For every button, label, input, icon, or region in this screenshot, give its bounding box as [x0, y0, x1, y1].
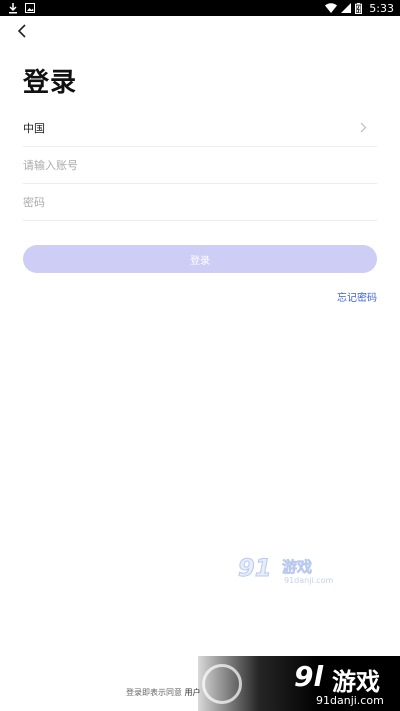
status-bar: 5:33 — [0, 0, 400, 16]
watermark-circle-icon — [202, 664, 242, 704]
chevron-right-icon — [360, 122, 367, 133]
watermark-banner-bottom: 9l 游戏 91danji.com — [198, 656, 400, 711]
login-button[interactable]: 登录 — [23, 245, 377, 273]
status-bar-right: 5:33 — [325, 2, 400, 15]
agreement-text: 登录即表示同意 用户 — [126, 687, 201, 698]
account-input[interactable] — [23, 158, 377, 172]
watermark-name-large: 游戏 — [332, 668, 380, 696]
wifi-icon — [325, 3, 338, 13]
country-label: 中国 — [23, 122, 45, 135]
watermark-mark: 91 — [237, 554, 272, 583]
watermark-mark-large: 9l — [294, 660, 324, 693]
watermark-logo-center: 91 游戏 91danji.com — [237, 554, 334, 588]
password-field-row — [23, 184, 377, 221]
forgot-password-link[interactable]: 忘记密码 — [337, 289, 377, 304]
watermark-url: 91danji.com — [284, 576, 334, 585]
country-selector[interactable]: 中国 — [23, 110, 377, 147]
image-icon — [25, 3, 35, 13]
status-bar-left — [0, 2, 35, 14]
download-icon — [8, 2, 18, 14]
status-time: 5:33 — [369, 1, 394, 15]
watermark-name: 游戏 — [282, 558, 313, 577]
page-title: 登录 — [23, 68, 78, 98]
back-button[interactable] — [14, 22, 32, 40]
back-arrow-icon — [14, 22, 32, 40]
battery-icon — [355, 2, 363, 14]
account-field-row — [23, 147, 377, 184]
password-input[interactable] — [23, 195, 377, 209]
agreement-prefix: 登录即表示同意 — [126, 688, 182, 697]
watermark-url-large: 91danji.com — [316, 694, 384, 707]
signal-icon — [341, 3, 352, 13]
